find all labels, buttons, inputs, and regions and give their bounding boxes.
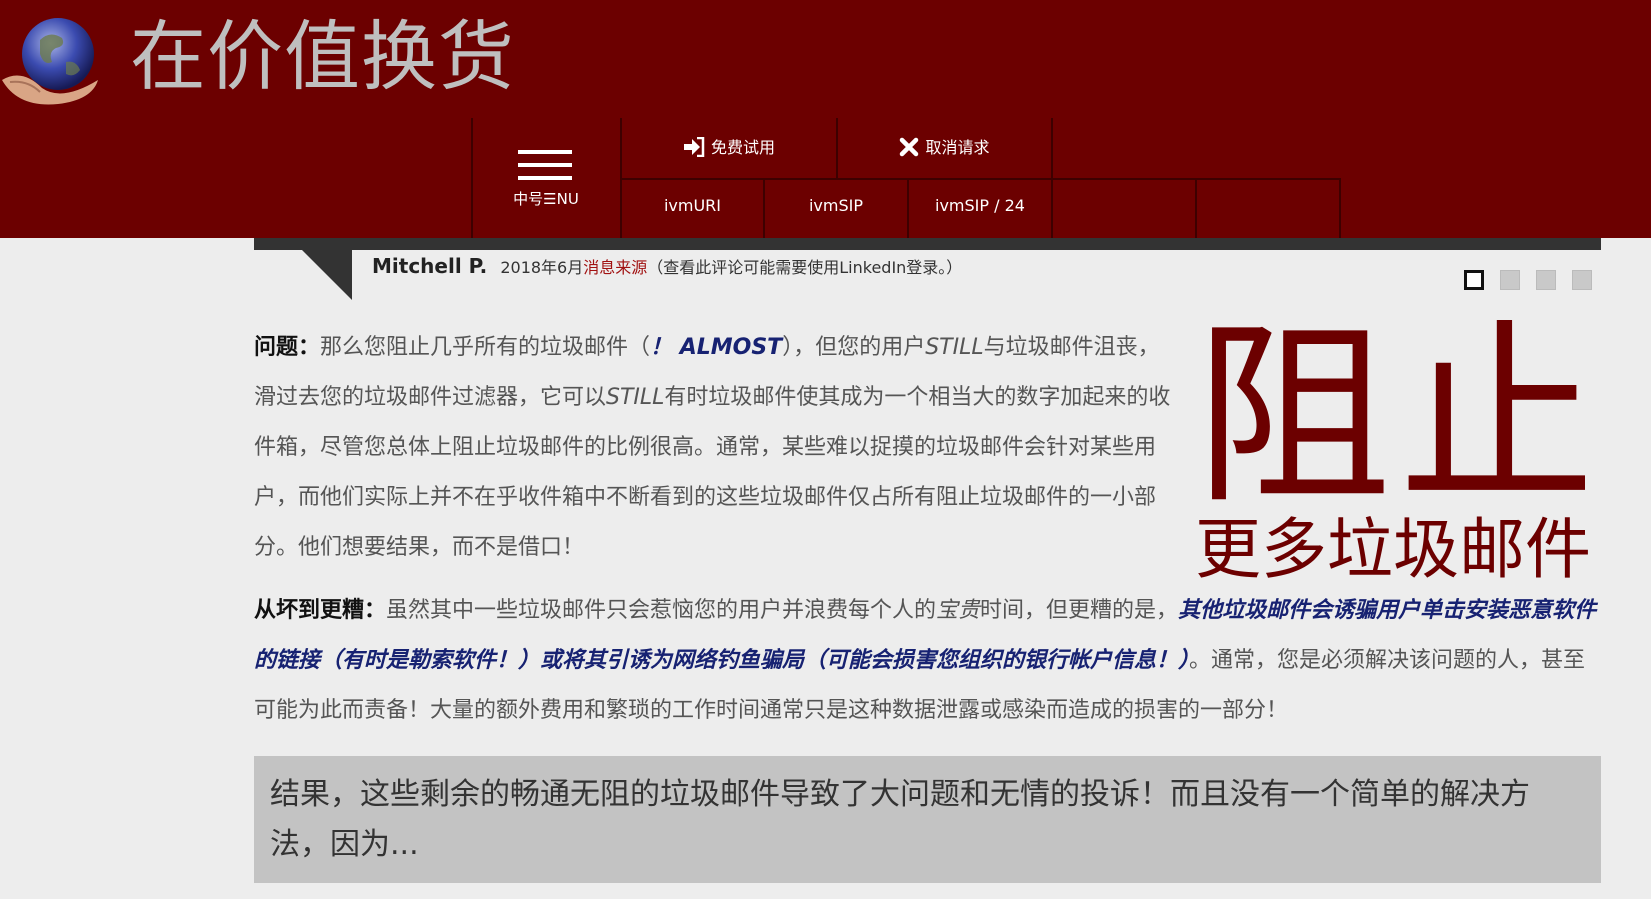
- problem-paragraph: 问题：那么您阻止几乎所有的垃圾邮件（！ ALMOST），但您的用户STILL与垃…: [254, 323, 1179, 573]
- problem-label: 问题：: [254, 335, 321, 360]
- worse-paragraph: 从坏到更糟：虽然其中一些垃圾邮件只会惹恼您的用户并浪费每个人的宝贵时间，但更糟的…: [254, 586, 1601, 736]
- big-heading-title: 阻止: [1195, 303, 1604, 531]
- big-heading: 阻止 更多垃圾邮件: [1195, 312, 1605, 590]
- source-link[interactable]: 消息来源: [583, 258, 647, 277]
- slide-dot-2[interactable]: [1500, 270, 1520, 290]
- text: 有时垃圾邮件使其成为一个相当大的数字加起来的收件箱，尽管您总体上阻止垃圾邮件的比…: [254, 385, 1171, 560]
- testimonial-bar: [254, 238, 1601, 250]
- precious-emphasis: 宝贵: [936, 598, 981, 623]
- testimonial-author: Mitchell P.: [372, 254, 488, 278]
- tab-ivmuri[interactable]: ivmURI: [622, 196, 763, 215]
- testimonial-note: （查看此评论可能需要使用LinkedIn登录。）: [647, 258, 963, 277]
- worse-label: 从坏到更糟：: [254, 598, 387, 623]
- almost-emphasis: ！ ALMOST: [650, 335, 783, 360]
- site-header: 在价值换货 中号☰NU 免费试用 取消请求 ivmURI ivmSIP ivmS…: [0, 0, 1651, 238]
- free-trial-button[interactable]: 免费试用: [622, 134, 836, 161]
- testimonial-date: 2018年6月: [500, 258, 584, 277]
- cancel-request-label: 取消请求: [925, 138, 990, 157]
- text: 那么您阻止几乎所有的垃圾邮件（: [320, 335, 651, 360]
- big-heading-subtitle: 更多垃圾邮件: [1195, 511, 1591, 588]
- sign-in-icon: [683, 136, 705, 161]
- testimonial-line: Mitchell P. 2018年6月消息来源（查看此评论可能需要使用Linke…: [372, 254, 962, 278]
- slide-dot-1[interactable]: [1464, 270, 1484, 290]
- close-icon: [899, 137, 919, 161]
- nav-divider: [1195, 178, 1197, 238]
- text: 时间，但更糟的是，: [980, 598, 1179, 623]
- text: ），但您的用户: [782, 335, 926, 360]
- nav-divider: [620, 178, 1340, 180]
- tab-ivmsip-24[interactable]: ivmSIP / 24: [909, 196, 1051, 215]
- menu-button[interactable]: 中号☰NU: [472, 118, 620, 237]
- quote-notch: [302, 250, 352, 300]
- tab-ivmsip[interactable]: ivmSIP: [765, 196, 907, 215]
- still-emphasis: STILL: [606, 385, 665, 410]
- free-trial-label: 免费试用: [710, 138, 775, 157]
- cancel-request-button[interactable]: 取消请求: [838, 134, 1051, 161]
- globe-logo-icon[interactable]: [0, 10, 105, 105]
- nav-divider: [1339, 178, 1341, 238]
- menu-label: 中号☰NU: [513, 190, 579, 208]
- site-title[interactable]: 在价值换货: [130, 12, 515, 102]
- still-emphasis: STILL: [925, 335, 984, 360]
- text: 虽然其中一些垃圾邮件只会惹恼您的用户并浪费每个人的: [386, 598, 937, 623]
- slide-dot-3[interactable]: [1536, 270, 1556, 290]
- slide-dot-4[interactable]: [1572, 270, 1592, 290]
- result-callout: 结果，这些剩余的畅通无阻的垃圾邮件导致了大问题和无情的投诉！而且没有一个简单的解…: [254, 756, 1601, 883]
